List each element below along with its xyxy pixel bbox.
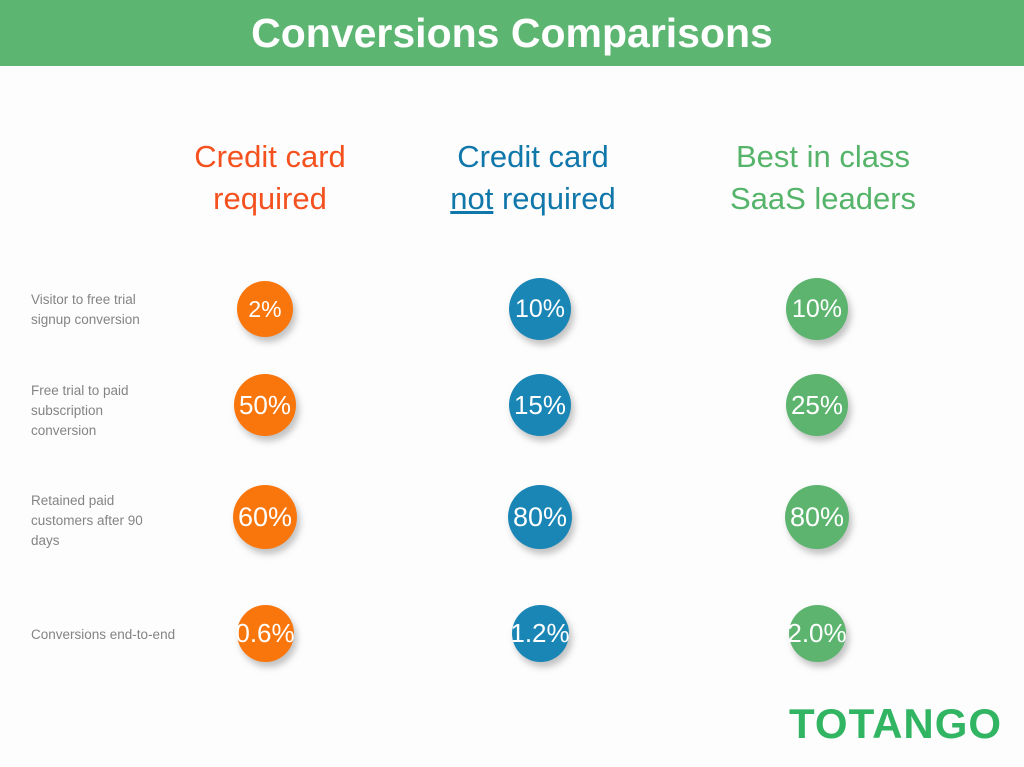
value-bubble-credit-card-required-free-trial-to-paid-subscription-conversion: 50%	[234, 374, 296, 436]
value-bubble-label: 10%	[514, 294, 566, 323]
column-header-line-1: Best in class	[735, 139, 910, 174]
row-label-line: customers after 90	[31, 512, 143, 528]
column-header-underlined-word: not	[450, 180, 494, 216]
value-bubble-label: 50%	[238, 389, 292, 420]
value-bubble-best-in-class-saas-leaders-visitor-to-free-trial-signup-conversion: 10%	[786, 278, 848, 340]
value-bubble-credit-card-not-required-free-trial-to-paid-subscription-conversion: 15%	[509, 374, 571, 436]
value-bubble-label: 25%	[790, 389, 844, 420]
row-label-line: Retained paid	[31, 493, 115, 508]
page-title: Conversions Comparisons	[251, 9, 773, 56]
row-label-conversions-end-to-end: Conversions end-to-end	[31, 625, 221, 645]
value-bubble-credit-card-required-visitor-to-free-trial-signup-conversion: 2%	[237, 281, 293, 337]
row-label-line: days	[31, 532, 60, 548]
value-bubble-label: 0.6%	[235, 617, 295, 648]
value-bubble-best-in-class-saas-leaders-conversions-end-to-end: 2.0%	[787, 604, 847, 662]
totango-logo: TOTANGO	[789, 700, 1003, 747]
value-bubble-label: 1.2%	[510, 617, 570, 648]
row-label-line: Visitor to free trial	[31, 292, 136, 307]
row-label-line: Conversions end-to-end	[31, 627, 176, 642]
row-label-free-trial-to-paid-subscription-conversion: Free trial to paid subscription conversion	[31, 381, 221, 441]
value-bubble-label: 2.0%	[787, 617, 847, 648]
value-bubble-label: 2%	[248, 295, 282, 322]
column-header-line-1: Credit card	[194, 139, 346, 174]
value-bubble-best-in-class-saas-leaders-retained-paid-customers-after-90-days: 80%	[785, 485, 849, 549]
value-bubble-label: 10%	[791, 294, 843, 323]
column-header-line-1: Credit card	[457, 139, 609, 174]
title-banner: Conversions Comparisons	[0, 0, 1024, 66]
value-bubble-credit-card-required-conversions-end-to-end: 0.6%	[235, 604, 295, 662]
column-header-best-in-class-saas-leaders: Best in class SaaS leaders	[680, 136, 966, 220]
column-header-line-2: not required	[400, 178, 666, 220]
value-bubble-label: 15%	[513, 389, 567, 420]
row-label-retained-paid-customers-after-90-days: Retained paid customers after 90 days	[31, 491, 221, 551]
value-bubble-credit-card-not-required-retained-paid-customers-after-90-days: 80%	[508, 485, 572, 549]
value-bubble-credit-card-required-retained-paid-customers-after-90-days: 60%	[233, 485, 297, 549]
column-header-credit-card-required: Credit card required	[140, 136, 400, 220]
value-bubble-credit-card-not-required-visitor-to-free-trial-signup-conversion: 10%	[509, 278, 571, 340]
row-label-visitor-to-free-trial-signup-conversion: Visitor to free trial signup conversion	[31, 290, 221, 330]
column-header-line-2-text: required	[493, 180, 616, 216]
row-label-line: signup conversion	[31, 311, 140, 327]
value-bubble-credit-card-not-required-conversions-end-to-end: 1.2%	[510, 604, 570, 662]
column-header-line-2-text: required	[213, 180, 327, 216]
value-bubble-best-in-class-saas-leaders-free-trial-to-paid-subscription-conversion: 25%	[786, 374, 848, 436]
value-bubble-label: 80%	[789, 501, 845, 532]
row-label-line: conversion	[31, 422, 97, 438]
value-bubble-label: 60%	[237, 501, 293, 532]
row-label-line: subscription	[31, 402, 104, 418]
column-header-line-2: required	[140, 178, 400, 220]
column-header-line-2-text: SaaS leaders	[729, 180, 917, 216]
column-header-credit-card-not-required: Credit card not required	[400, 136, 666, 220]
value-bubble-label: 80%	[512, 501, 568, 532]
column-header-line-2: SaaS leaders	[680, 178, 966, 220]
row-label-line: Free trial to paid	[31, 383, 129, 398]
